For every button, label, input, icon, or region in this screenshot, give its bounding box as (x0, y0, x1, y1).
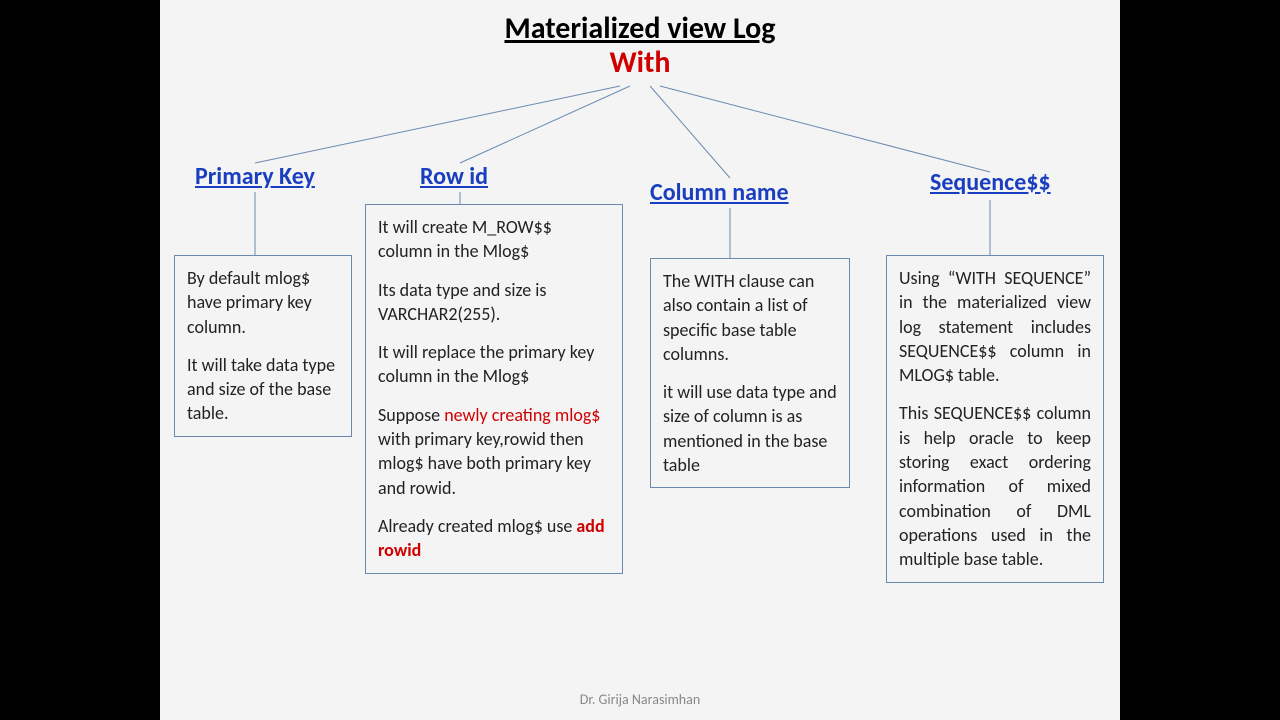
col-p1: The WITH clause can also contain a list … (663, 269, 837, 366)
pk-p2: It will take data type and size of the b… (187, 353, 339, 426)
seq-p2: This SEQUENCE$$ column is help oracle to… (899, 401, 1091, 571)
rowid-p3: It will replace the primary key column i… (378, 340, 610, 389)
slide-area: Materialized view Log With Primary Key R… (160, 0, 1120, 720)
heading-row-id: Row id (420, 162, 488, 191)
heading-column-name: Column name (650, 178, 789, 207)
box-column-name: The WITH clause can also contain a list … (650, 258, 850, 488)
pk-p1: By default mlog$ have primary key column… (187, 266, 339, 339)
col-p2: it will use data type and size of column… (663, 380, 837, 477)
seq-p1: Using “WITH SEQUENCE” in the materialize… (899, 266, 1091, 387)
rowid-p1: It will create M_ROW$$ column in the Mlo… (378, 215, 610, 264)
box-row-id: It will create M_ROW$$ column in the Mlo… (365, 204, 623, 574)
heading-primary-key: Primary Key (195, 162, 315, 191)
rowid-p2: Its data type and size is VARCHAR2(255). (378, 278, 610, 327)
footer-credit: Dr. Girija Narasimhan (160, 691, 1120, 708)
box-sequence: Using “WITH SEQUENCE” in the materialize… (886, 255, 1104, 583)
slide-title: Materialized view Log (160, 10, 1120, 47)
rowid-p4: Suppose newly creating mlog$ with primar… (378, 403, 610, 500)
rowid-p5: Already created mlog$ use add rowid (378, 514, 610, 563)
heading-sequence: Sequence$$ (930, 168, 1051, 197)
with-keyword: With (160, 44, 1120, 81)
box-primary-key: By default mlog$ have primary key column… (174, 255, 352, 437)
